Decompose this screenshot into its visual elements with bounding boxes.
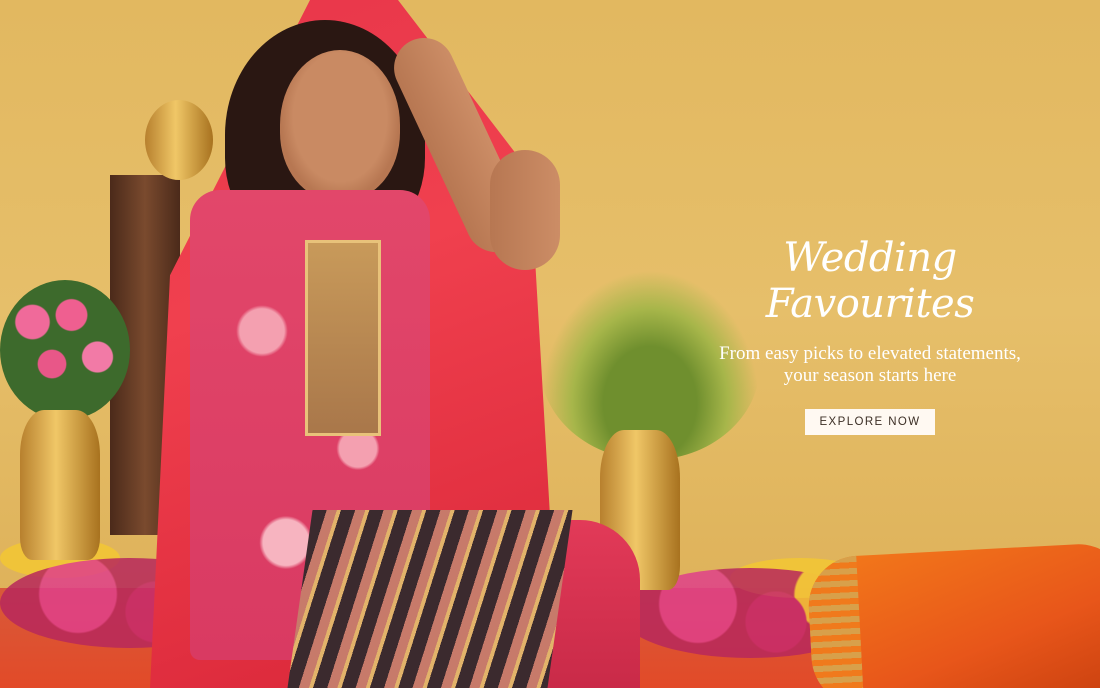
hero-subtitle-line1: From easy picks to elevated statements, bbox=[719, 343, 1021, 364]
explore-now-button[interactable]: EXPLORE NOW bbox=[805, 409, 935, 435]
dupatta-border bbox=[287, 510, 573, 688]
hero-subtitle: From easy picks to elevated statements, … bbox=[690, 343, 1050, 387]
hero-title: Wedding Favourites bbox=[765, 235, 975, 327]
hero-subtitle-line2: your season starts here bbox=[783, 365, 957, 386]
bolster-cushion-decor bbox=[806, 541, 1100, 688]
hero-copy: Wedding Favourites From easy picks to el… bbox=[690, 235, 1050, 435]
model-arm bbox=[490, 150, 560, 270]
vase-decor bbox=[145, 100, 213, 180]
vase-decor bbox=[20, 410, 100, 560]
model-face bbox=[280, 50, 400, 200]
roses-decor bbox=[0, 280, 130, 420]
hero-banner[interactable]: Wedding Favourites From easy picks to el… bbox=[0, 0, 1100, 688]
kurta-yoke bbox=[305, 240, 381, 436]
